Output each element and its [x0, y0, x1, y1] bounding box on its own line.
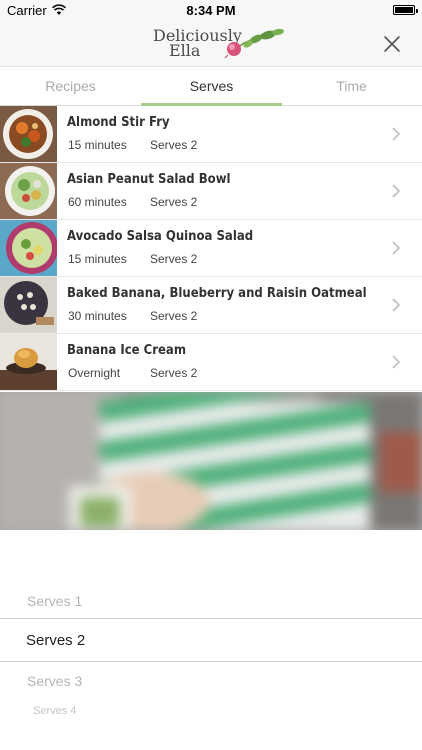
header: Deliciously Ella: [0, 22, 422, 66]
picker-selection-top-line: [0, 618, 422, 619]
recipe-thumbnail: [0, 334, 57, 390]
recipe-name: Almond Stir Fry: [67, 115, 170, 130]
recipe-serves: Serves 2: [150, 252, 198, 266]
tab-time[interactable]: Time: [281, 67, 422, 105]
recipe-serves: Serves 2: [150, 309, 198, 323]
picker-option-serves-1[interactable]: Serves 1: [27, 593, 82, 609]
recipe-time: 15 minutes: [68, 138, 127, 152]
recipe-serves: Serves 2: [150, 366, 198, 380]
tab-recipes[interactable]: Recipes: [0, 67, 141, 105]
radish-logo-icon: [224, 28, 284, 59]
recipe-name: Asian Peanut Salad Bowl: [67, 172, 231, 187]
chevron-right-icon: [392, 298, 400, 312]
picker-option-serves-3[interactable]: Serves 3: [27, 673, 82, 689]
recipe-time: Overnight: [68, 366, 121, 380]
recipe-row[interactable]: Baked Banana, Blueberry and Raisin Oatme…: [0, 277, 422, 334]
clock: 8:34 PM: [186, 3, 236, 18]
recipe-thumbnail: [0, 106, 57, 162]
recipe-serves: Serves 2: [150, 138, 198, 152]
recipe-list: Almond Stir Fry 15 minutes Serves 2 Asia…: [0, 106, 422, 391]
recipe-row[interactable]: Avocado Salsa Quinoa Salad 15 minutes Se…: [0, 220, 422, 277]
recipe-row[interactable]: Banana Ice Cream Overnight Serves 2: [0, 334, 422, 391]
recipe-name: Banana Ice Cream: [67, 343, 187, 358]
recipe-row[interactable]: Asian Peanut Salad Bowl 60 minutes Serve…: [0, 163, 422, 220]
recipe-row[interactable]: Almond Stir Fry 15 minutes Serves 2: [0, 106, 422, 163]
recipe-time: 30 minutes: [68, 309, 127, 323]
recipe-serves: Serves 2: [150, 195, 198, 209]
filter-tabs: Recipes Serves Time: [0, 66, 422, 106]
recipe-time: 60 minutes: [68, 195, 127, 209]
picker-option-serves-2[interactable]: Serves 2: [26, 632, 85, 649]
serves-picker[interactable]: Serves 1 Serves 2 Serves 3 Serves 4: [0, 530, 422, 750]
chevron-right-icon: [392, 127, 400, 141]
tab-serves[interactable]: Serves: [141, 67, 282, 106]
picker-selection-bottom-line: [0, 661, 422, 662]
chevron-right-icon: [392, 241, 400, 255]
recipe-thumbnail: [0, 277, 57, 333]
recipe-thumbnail: [0, 220, 57, 276]
battery-icon: [393, 5, 418, 15]
chevron-right-icon: [392, 184, 400, 198]
recipe-name: Avocado Salsa Quinoa Salad: [67, 229, 254, 244]
recipe-time: 15 minutes: [68, 252, 127, 266]
chevron-right-icon: [392, 355, 400, 369]
blurred-background-image: [0, 392, 422, 530]
close-button[interactable]: [382, 34, 402, 54]
recipe-name: Baked Banana, Blueberry and Raisin Oatme…: [67, 286, 367, 301]
recipe-thumbnail: [0, 163, 57, 219]
status-bar: Carrier 8:34 PM: [0, 0, 422, 22]
picker-option-serves-4[interactable]: Serves 4: [33, 705, 76, 717]
